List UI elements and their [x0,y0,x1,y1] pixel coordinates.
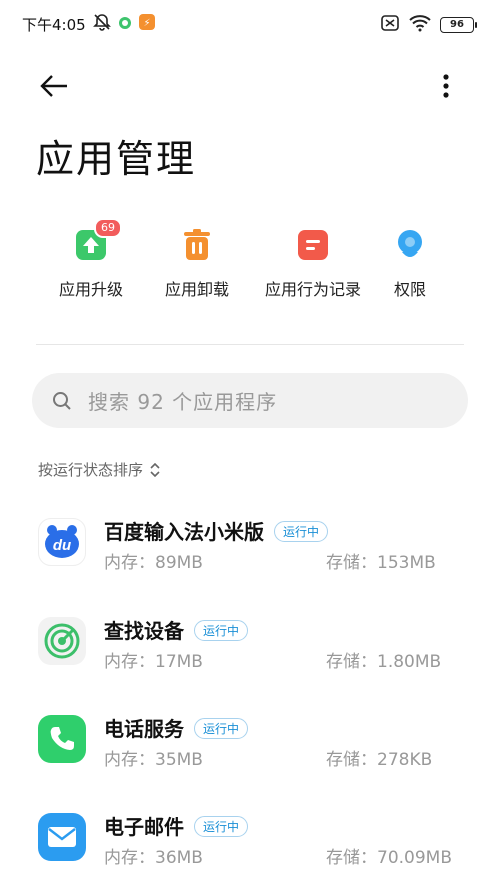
email-icon [38,813,86,861]
app-storage: 存储：70.09MB [326,848,452,868]
app-storage: 存储：1.80MB [326,652,442,672]
quick-action-permissions[interactable]: 权限 [370,220,450,300]
alarm-off-icon [92,12,112,36]
battery-icon: 96 [440,17,477,33]
sort-chevron-icon [150,462,160,477]
app-memory: 内存：17MB [104,652,203,672]
page-title: 应用管理 [36,137,197,181]
running-badge: 运行中 [274,521,329,542]
quick-actions: 69 应用升级 应用卸载 应用行为记录 权限 [36,218,464,310]
app-memory: 内存：35MB [104,750,203,770]
svg-text:⚡: ⚡ [143,18,150,29]
permission-icon [393,228,427,262]
orange-app-icon: ⚡ [138,13,156,35]
app-name-text: 电子邮件 [104,815,184,839]
quick-action-label: 权限 [393,280,426,299]
app-name: 电话服务 运行中 [104,713,249,742]
green-dot-icon [118,15,132,34]
status-notification-icons: ⚡ [92,12,156,36]
search-placeholder: 搜索 92 个应用程序 [88,390,278,414]
app-name: 百度输入法小米版 运行中 [104,516,329,545]
phone-icon [38,715,86,763]
sim-off-icon [380,14,400,36]
app-memory: 内存：36MB [104,848,203,868]
status-bar: 下午4:05 ⚡ 96 [0,0,500,48]
app-name: 电子邮件 运行中 [104,811,249,840]
app-name-text: 电话服务 [104,717,184,741]
svg-text:du: du [53,537,71,554]
upgrade-count-badge: 69 [94,218,122,238]
running-badge: 运行中 [194,816,249,837]
search-icon [53,391,71,410]
app-memory: 内存：89MB [104,553,203,573]
quick-action-upgrade[interactable]: 69 应用升级 [36,218,146,300]
find-device-icon [38,617,86,665]
app-storage: 存储：278KB [326,750,433,770]
baidu-ime-icon: du [38,518,86,566]
trash-icon [180,228,214,262]
quick-action-behavior-record[interactable]: 应用行为记录 [245,220,381,300]
quick-action-uninstall[interactable]: 应用卸载 [143,220,251,300]
running-badge: 运行中 [194,718,249,739]
app-name: 查找设备 运行中 [104,615,249,644]
app-name-text: 查找设备 [104,619,184,643]
wifi-icon [408,14,432,36]
app-row-phone-service[interactable]: 电话服务 运行中 内存：35MB 存储：278KB [0,695,500,791]
running-badge: 运行中 [194,620,249,641]
more-vertical-icon [443,74,449,98]
status-time: 下午4:05 [22,16,86,34]
app-row-baidu-ime[interactable]: du 百度输入法小米版 运行中 内存：89MB 存储：153MB [0,498,500,594]
app-name-text: 百度输入法小米版 [104,520,264,544]
status-right: 96 [380,14,477,36]
sort-selector[interactable]: 按运行状态排序 [38,459,161,480]
search-input[interactable]: 搜索 92 个应用程序 [32,373,468,428]
quick-action-label: 应用升级 [58,280,123,299]
quick-action-label: 应用行为记录 [264,280,361,299]
more-options-button[interactable] [430,66,462,106]
record-icon [296,228,330,262]
app-storage: 存储：153MB [326,553,436,573]
back-arrow-icon [40,75,67,97]
divider [36,344,464,345]
quick-action-label: 应用卸载 [164,280,229,299]
app-row-email[interactable]: 电子邮件 运行中 内存：36MB 存储：70.09MB [0,793,500,888]
app-row-find-device[interactable]: 查找设备 运行中 内存：17MB 存储：1.80MB [0,597,500,693]
back-button[interactable] [34,66,74,106]
upgrade-icon: 69 [74,218,122,262]
sort-label: 按运行状态排序 [38,461,144,479]
